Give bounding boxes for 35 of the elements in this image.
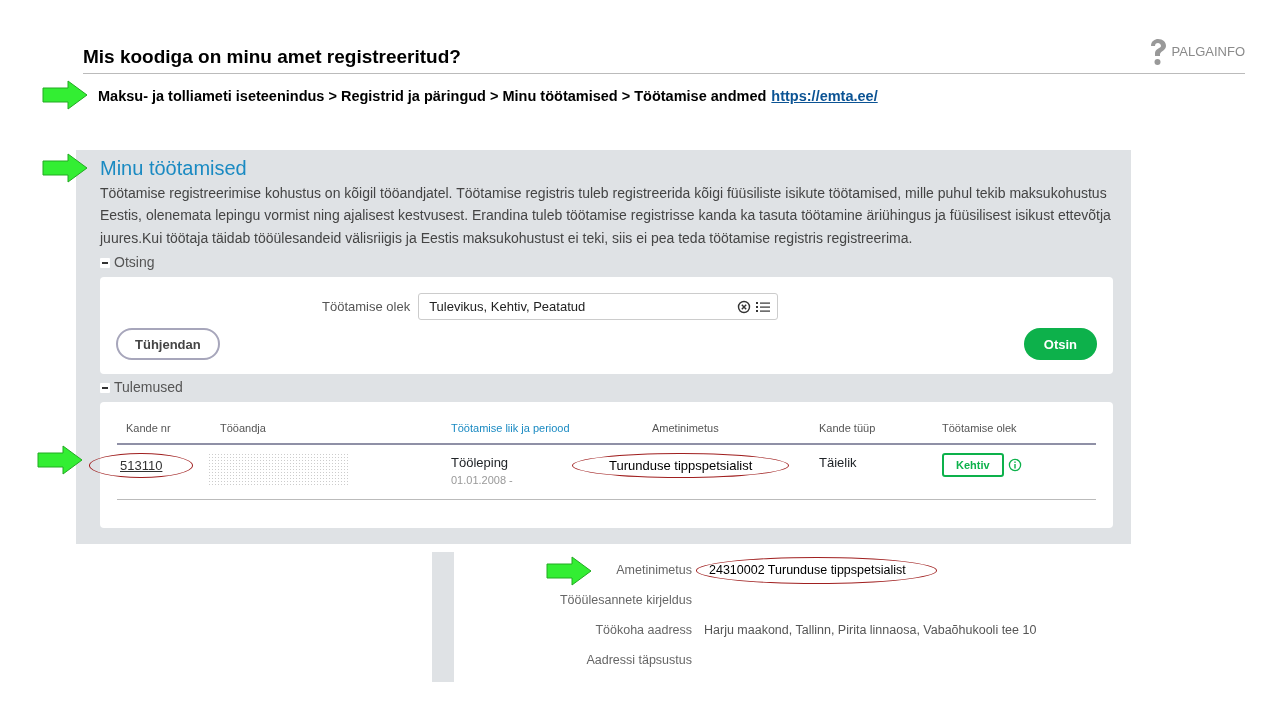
column-header[interactable]: Kande nr [117,420,220,437]
clear-icon[interactable] [737,299,752,314]
column-header[interactable]: Tööandja [220,420,451,437]
column-header[interactable]: Töötamise olek [942,420,1096,437]
clear-button[interactable]: Tühjendan [116,328,220,361]
info-icon[interactable] [1007,458,1022,472]
field-value: Harju maakond, Tallinn, Pirita linnaosa, Vabaõhukooli tee 10 [704,622,1038,640]
arrow-icon [546,555,592,586]
page-title: Minu töötamised [100,156,247,179]
status-badge: Kehtiv [942,452,1004,478]
list-icon[interactable] [755,299,772,314]
field-label: Töökoha aadress [595,622,692,640]
field-label: Aadressi täpsustus [586,652,692,670]
column-header[interactable]: Töötamise liik ja periood [451,420,584,437]
employment-period: 01.01.2008 - [451,473,514,489]
arrow-icon [42,152,88,183]
arrow-icon [37,444,83,475]
section-label: Otsing [114,253,155,273]
field-label: Töötamise olek [322,298,411,316]
employment-type: Tööleping [451,453,510,472]
link[interactable]: https://emta.ee/ [771,86,878,108]
breadcrumb-path: Maksu- ja tolliameti iseteenindus > Registrid ja päringud > Minu töötamised > Töötamise andmed [98,87,767,106]
field-label: Tööülesannete kirjeldus [559,592,692,610]
arrow-icon [42,80,88,110]
filter-field[interactable]: Tulevikus, Kehtiv, Peatatud [418,293,779,321]
entry-type: Täielik [819,453,858,472]
logo-text: PALGAINFO [1171,42,1245,61]
collapse-icon[interactable] [100,257,110,268]
slide-title: Mis koodiga on minu amet registreeritud? [83,45,461,70]
section-label: Tulemused [114,378,183,398]
column-header[interactable]: Ametinimetus [584,420,819,437]
intro-text: Töötamise registreerimise kohustus on kõigil tööandjatel. Töötamise registris tuleb registreerida kõigi füüsiliste isikute töötamised, mille puhul tekib maksukohustus Eestis, olenemata lepingu vormist ning ajalisest kestvusest. Erandina tuleb töötamise registrisse kanda ka tasuta töötamine äriühingus ja füüsilisest isikust ettevõtja juures.Kui töötaja täidab tööülesandeid välisriigis ja Eestis maksukohustust ei teki, siis ei pea teda töötamise registris registreerima. [100,183,1112,248]
field-label: Ametinimetus [616,562,692,580]
column-header[interactable]: Kande tüüp [819,420,942,437]
collapse-icon[interactable] [100,382,110,393]
